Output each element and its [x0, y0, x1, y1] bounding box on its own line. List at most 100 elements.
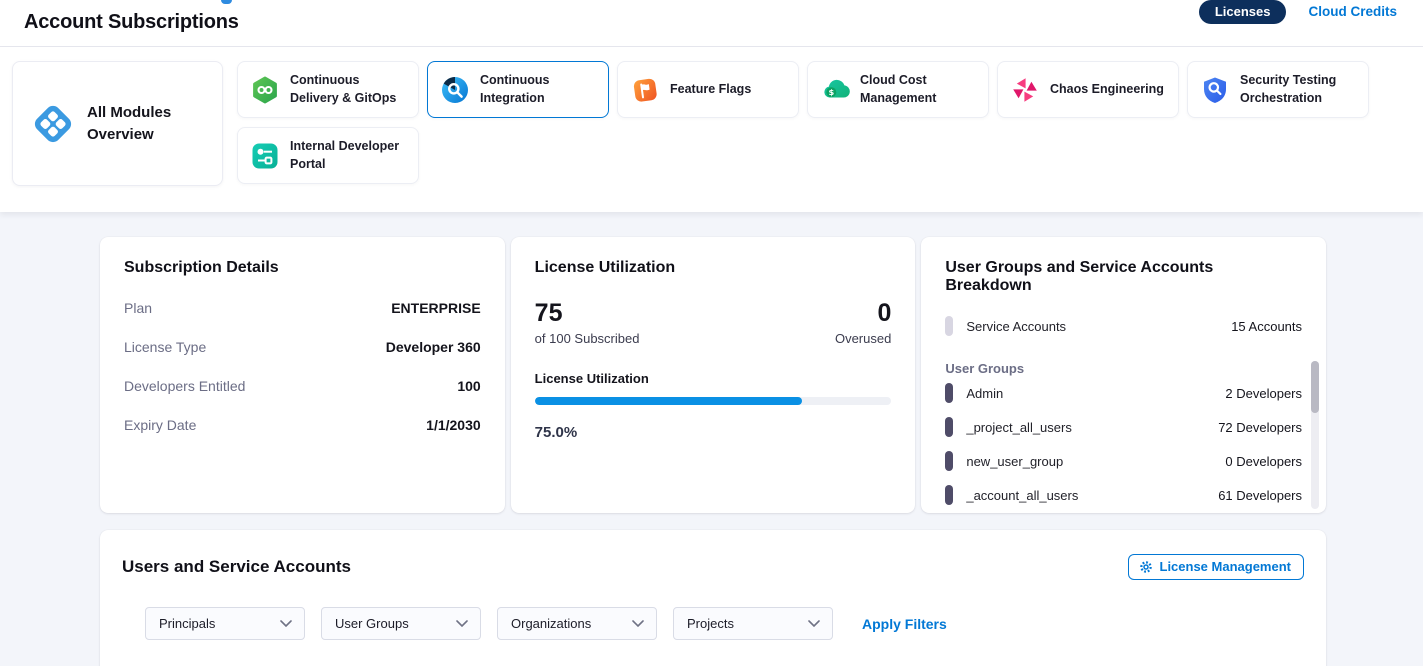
subscription-details-title: Subscription Details — [124, 259, 481, 277]
expiry-date-label: Expiry Date — [124, 417, 196, 433]
module-card-label: Continuous Integration — [480, 72, 600, 107]
summary-cards-row: Subscription Details Plan ENTERPRISE Lic… — [100, 237, 1326, 513]
user-group-count: 61 Developers — [1218, 488, 1302, 503]
organizations-filter-dropdown[interactable]: Organizations — [497, 607, 657, 640]
user-group-indicator-icon — [945, 451, 953, 471]
user-group-name: _project_all_users — [966, 420, 1218, 435]
module-card-cloud-cost-management[interactable]: $ Cloud Cost Management — [807, 61, 989, 118]
subscribed-count: 75 — [535, 300, 640, 328]
all-modules-icon — [31, 102, 75, 146]
all-modules-overview-label: All Modules Overview — [87, 102, 208, 146]
user-group-indicator-icon — [945, 383, 953, 403]
organizations-filter-label: Organizations — [511, 616, 591, 631]
module-card-security-testing-orchestration[interactable]: Security Testing Orchestration — [1187, 61, 1369, 118]
license-type-value: Developer 360 — [386, 339, 481, 355]
principals-filter-dropdown[interactable]: Principals — [145, 607, 305, 640]
internal-developer-portal-icon — [250, 141, 280, 171]
service-accounts-indicator-icon — [945, 316, 953, 336]
plan-value: ENTERPRISE — [391, 300, 480, 316]
utilization-bar-label: License Utilization — [535, 371, 892, 386]
user-group-count: 0 Developers — [1225, 454, 1302, 469]
users-and-service-accounts-panel: Users and Service Accounts License Manag… — [100, 530, 1326, 666]
breakdown-scrollbar[interactable] — [1311, 361, 1319, 509]
page-title: Account Subscriptions — [24, 11, 239, 46]
filters-row: Principals User Groups Organizations — [145, 607, 1304, 640]
module-card-label: Internal Developer Portal — [290, 138, 410, 173]
license-utilization-bar-fill — [535, 397, 803, 405]
module-card-label: Feature Flags — [670, 81, 751, 99]
account-subscriptions-page: Account Subscriptions Licenses Cloud Cre… — [0, 0, 1423, 666]
user-groups-filter-label: User Groups — [335, 616, 409, 631]
user-group-count: 2 Developers — [1225, 386, 1302, 401]
module-card-continuous-delivery-gitops[interactable]: Continuous Delivery & GitOps — [237, 61, 419, 118]
user-group-name: _account_all_users — [966, 488, 1218, 503]
user-group-row: new_user_group 0 Developers — [945, 444, 1302, 478]
module-cards: Continuous Delivery & GitOps Continuous … — [237, 61, 1369, 186]
modules-band: All Modules Overview Continuous Delivery… — [0, 47, 1423, 212]
module-card-label: Chaos Engineering — [1050, 81, 1164, 99]
principals-filter-label: Principals — [159, 616, 215, 631]
service-accounts-label: Service Accounts — [966, 319, 1231, 334]
license-type-row: License Type Developer 360 — [124, 339, 481, 355]
security-testing-orchestration-icon — [1200, 75, 1230, 105]
developers-entitled-value: 100 — [457, 378, 480, 394]
users-panel-header: Users and Service Accounts License Manag… — [122, 554, 1304, 580]
user-group-name: Admin — [966, 386, 1225, 401]
header-tabs: Licenses Cloud Credits — [1199, 0, 1397, 46]
developers-entitled-label: Developers Entitled — [124, 378, 245, 394]
module-card-chaos-engineering[interactable]: Chaos Engineering — [997, 61, 1179, 118]
subscribed-block: 75 of 100 Subscribed — [535, 300, 640, 346]
feature-flags-icon — [630, 75, 660, 105]
license-utilization-title: License Utilization — [535, 259, 892, 277]
user-groups-filter-dropdown[interactable]: User Groups — [321, 607, 481, 640]
apply-filters-button[interactable]: Apply Filters — [862, 616, 947, 632]
expiry-date-value: 1/1/2030 — [426, 417, 481, 433]
continuous-delivery-gitops-icon — [250, 75, 280, 105]
svg-text:$: $ — [828, 87, 834, 97]
module-card-label: Security Testing Orchestration — [1240, 72, 1360, 107]
user-group-row: Admin 2 Developers — [945, 376, 1302, 410]
service-accounts-count: 15 Accounts — [1231, 319, 1302, 334]
user-group-row: _account_all_users 61 Developers — [945, 478, 1302, 512]
tab-cloud-credits[interactable]: Cloud Credits — [1308, 0, 1397, 19]
all-modules-overview-card[interactable]: All Modules Overview — [12, 61, 223, 186]
breakdown-title: User Groups and Service Accounts Breakdo… — [945, 259, 1302, 295]
user-group-row: _project_all_users 72 Developers — [945, 410, 1302, 444]
subscribed-caption: of 100 Subscribed — [535, 331, 640, 346]
module-card-feature-flags[interactable]: Feature Flags — [617, 61, 799, 118]
service-accounts-row: Service Accounts 15 Accounts — [945, 316, 1302, 336]
chevron-down-icon — [280, 620, 292, 627]
chevron-down-icon — [808, 620, 820, 627]
chevron-down-icon — [456, 620, 468, 627]
module-card-internal-developer-portal[interactable]: Internal Developer Portal — [237, 127, 419, 184]
module-card-continuous-integration[interactable]: Continuous Integration — [427, 61, 609, 118]
chevron-down-icon — [632, 620, 644, 627]
breakdown-scrollbar-thumb[interactable] — [1311, 361, 1319, 413]
subscription-details-card: Subscription Details Plan ENTERPRISE Lic… — [100, 237, 505, 513]
page-header: Account Subscriptions Licenses Cloud Cre… — [0, 0, 1423, 47]
plan-row: Plan ENTERPRISE — [124, 300, 481, 316]
overused-block: 0 Overused — [835, 300, 891, 346]
user-group-indicator-icon — [945, 417, 953, 437]
user-groups-heading: User Groups — [945, 361, 1302, 376]
gear-icon — [1139, 560, 1153, 574]
tab-licenses[interactable]: Licenses — [1199, 0, 1287, 24]
plan-label: Plan — [124, 300, 152, 316]
overused-count: 0 — [835, 300, 891, 328]
license-utilization-bar — [535, 397, 892, 405]
user-group-count: 72 Developers — [1218, 420, 1302, 435]
license-utilization-card: License Utilization 75 of 100 Subscribed… — [511, 237, 916, 513]
content-area: Subscription Details Plan ENTERPRISE Lic… — [0, 212, 1423, 666]
license-counts-row: 75 of 100 Subscribed 0 Overused — [535, 300, 892, 346]
overused-caption: Overused — [835, 331, 891, 346]
user-group-indicator-icon — [945, 485, 953, 505]
utilization-percent: 75.0% — [535, 424, 892, 441]
users-panel-title: Users and Service Accounts — [122, 557, 351, 577]
projects-filter-label: Projects — [687, 616, 734, 631]
license-management-button[interactable]: License Management — [1128, 554, 1305, 580]
expiry-date-row: Expiry Date 1/1/2030 — [124, 417, 481, 433]
cloud-cost-management-icon: $ — [820, 75, 850, 105]
license-management-label: License Management — [1160, 559, 1292, 574]
projects-filter-dropdown[interactable]: Projects — [673, 607, 833, 640]
user-group-name: new_user_group — [966, 454, 1225, 469]
